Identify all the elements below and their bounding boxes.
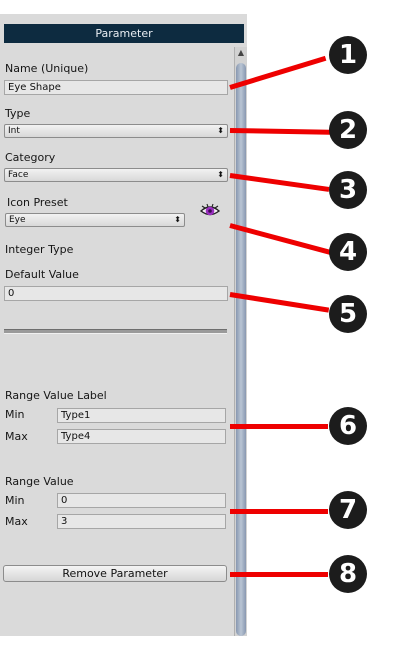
range-label-min-field[interactable]: Type1: [57, 408, 226, 423]
range-label-min-label: Min: [5, 408, 25, 421]
callout-number: 2: [329, 111, 367, 149]
callout-line: [230, 572, 328, 577]
name-field[interactable]: Eye Shape: [4, 80, 228, 95]
icon-preset-dropdown[interactable]: Eye ⬍: [5, 213, 185, 227]
type-dropdown-value: Int: [8, 126, 20, 136]
callout-number: 4: [329, 233, 367, 271]
callout-line: [230, 509, 328, 514]
icon-preset-dropdown-value: Eye: [9, 215, 26, 225]
callout-number: 3: [329, 171, 367, 209]
dropdown-arrow-icon: ⬍: [217, 170, 224, 179]
remove-parameter-button[interactable]: Remove Parameter: [3, 565, 227, 582]
callout-number: 5: [329, 295, 367, 333]
panel-header: Parameter: [4, 24, 244, 43]
category-dropdown[interactable]: Face ⬍: [4, 168, 228, 182]
default-value-label: Default Value: [5, 268, 79, 281]
type-dropdown[interactable]: Int ⬍: [4, 124, 228, 138]
type-label: Type: [5, 107, 31, 120]
range-max-label: Max: [5, 515, 28, 528]
default-value-field[interactable]: 0: [4, 286, 228, 301]
scroll-up-icon[interactable]: ▲: [235, 47, 247, 59]
vertical-scrollbar[interactable]: ▲: [234, 47, 247, 636]
eye-icon: [199, 203, 221, 216]
range-max-field[interactable]: 3: [57, 514, 226, 529]
callout-number: 7: [329, 491, 367, 529]
integer-type-label: Integer Type: [5, 243, 74, 256]
range-value-label-heading: Range Value Label: [5, 389, 107, 402]
category-dropdown-value: Face: [8, 170, 29, 180]
name-label: Name (Unique): [5, 62, 89, 75]
parameter-panel: Parameter Name (Unique) Eye Shape Type I…: [0, 14, 247, 636]
range-min-label: Min: [5, 494, 25, 507]
callout-line: [230, 424, 328, 429]
range-label-max-field[interactable]: Type4: [57, 429, 226, 444]
callout-number: 8: [329, 555, 367, 593]
range-label-max-label: Max: [5, 430, 28, 443]
dropdown-arrow-icon: ⬍: [217, 126, 224, 135]
callout-number: 6: [329, 407, 367, 445]
range-value-heading: Range Value: [5, 475, 74, 488]
icon-preset-label: Icon Preset: [7, 196, 68, 209]
scrollbar-thumb[interactable]: [236, 63, 246, 636]
category-label: Category: [5, 151, 56, 164]
dropdown-arrow-icon: ⬍: [174, 215, 181, 224]
range-min-field[interactable]: 0: [57, 493, 226, 508]
callout-number: 1: [329, 36, 367, 74]
separator: [4, 329, 227, 334]
